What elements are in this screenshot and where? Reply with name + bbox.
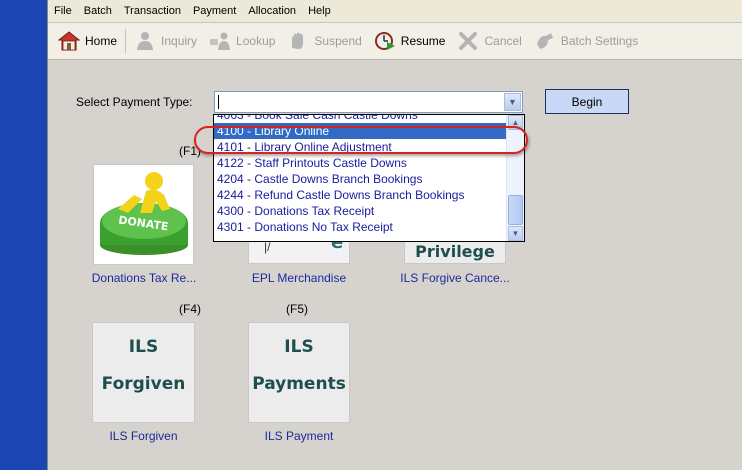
tile-ils-forgiven[interactable]: ILS Forgiven (92, 322, 195, 423)
payment-type-label: Select Payment Type: (76, 95, 193, 109)
tile-key-f4: (F4) (179, 302, 201, 316)
app-window: File Batch Transaction Payment Allocatio… (47, 0, 742, 470)
scroll-down-icon[interactable]: ▼ (508, 226, 523, 241)
menu-file[interactable]: File (48, 0, 78, 23)
donate-button-image: DONATE (100, 172, 188, 255)
lookup-button[interactable]: Lookup (203, 26, 281, 56)
tile-image-text: Privilege (415, 242, 495, 261)
tile-line1: ILS (284, 337, 314, 357)
tile-ils-payments[interactable]: ILS Payments (248, 322, 350, 423)
resume-icon (374, 30, 396, 52)
tile-caption[interactable]: Donations Tax Re... (86, 271, 202, 285)
home-button[interactable]: Home (52, 26, 123, 56)
tile-ils-forgive-cancel[interactable]: Privilege (404, 242, 506, 264)
dropdown-option[interactable]: 4063 - Book Sale Cash Castle Downs (214, 115, 506, 123)
toolbar: Home Inquiry Lookup Suspend Resume Cance… (48, 23, 742, 60)
tile-epl-merchandise[interactable]: |/ e (248, 232, 350, 264)
main-content: Select Payment Type: ▼ Begin 4063 - Book… (48, 60, 742, 470)
batch-settings-label: Batch Settings (560, 34, 639, 48)
suspend-button[interactable]: Suspend (281, 26, 367, 56)
tile-caption[interactable]: ILS Forgive Cance... (393, 271, 517, 285)
dropdown-option[interactable]: 4244 - Refund Castle Downs Branch Bookin… (214, 187, 506, 203)
dropdown-option[interactable]: 4301 - Donations No Tax Receipt (214, 219, 506, 235)
resume-label: Resume (400, 34, 446, 48)
cancel-button[interactable]: Cancel (451, 26, 527, 56)
suspend-icon (287, 30, 309, 52)
scroll-thumb[interactable] (508, 195, 523, 225)
cancel-icon (457, 30, 479, 52)
tile-caption[interactable]: ILS Forgiven (92, 429, 195, 443)
tile-image-fragment: |/ (264, 240, 271, 254)
cancel-label: Cancel (484, 34, 522, 48)
menu-payment[interactable]: Payment (187, 0, 242, 23)
home-icon (57, 30, 81, 52)
highlight-annotation (194, 126, 528, 154)
settings-icon (534, 30, 556, 52)
inquiry-button[interactable]: Inquiry (128, 26, 203, 56)
tile-key-f5: (F5) (286, 302, 308, 316)
begin-button[interactable]: Begin (545, 89, 629, 114)
tile-caption[interactable]: EPL Merchandise (243, 271, 355, 285)
text-caret (218, 95, 219, 109)
dropdown-option[interactable]: 4204 - Castle Downs Branch Bookings (214, 171, 506, 187)
toolbar-separator (125, 29, 127, 53)
dropdown-option[interactable]: 4300 - Donations Tax Receipt (214, 203, 506, 219)
menu-batch[interactable]: Batch (78, 0, 118, 23)
lookup-label: Lookup (236, 34, 276, 48)
menu-help[interactable]: Help (302, 0, 337, 23)
resume-button[interactable]: Resume (368, 26, 452, 56)
inquiry-label: Inquiry (161, 34, 198, 48)
payment-type-select[interactable]: ▼ (214, 91, 523, 113)
menu-allocation[interactable]: Allocation (242, 0, 302, 23)
batch-settings-button[interactable]: Batch Settings (528, 26, 644, 56)
tile-caption[interactable]: ILS Payment (248, 429, 350, 443)
tile-line1: ILS (128, 337, 159, 357)
home-label: Home (85, 34, 118, 48)
suspend-label: Suspend (314, 34, 362, 48)
person-icon (134, 30, 156, 52)
tile-line2: Payments (252, 374, 346, 394)
tile-donations-tax[interactable]: DONATE (93, 164, 194, 265)
chevron-down-icon[interactable]: ▼ (504, 93, 521, 111)
lookup-icon (209, 30, 231, 52)
menu-bar: File Batch Transaction Payment Allocatio… (48, 0, 742, 23)
menu-transaction[interactable]: Transaction (118, 0, 187, 23)
dropdown-option[interactable]: 4122 - Staff Printouts Castle Downs (214, 155, 506, 171)
tile-line2: Forgiven (101, 374, 186, 394)
